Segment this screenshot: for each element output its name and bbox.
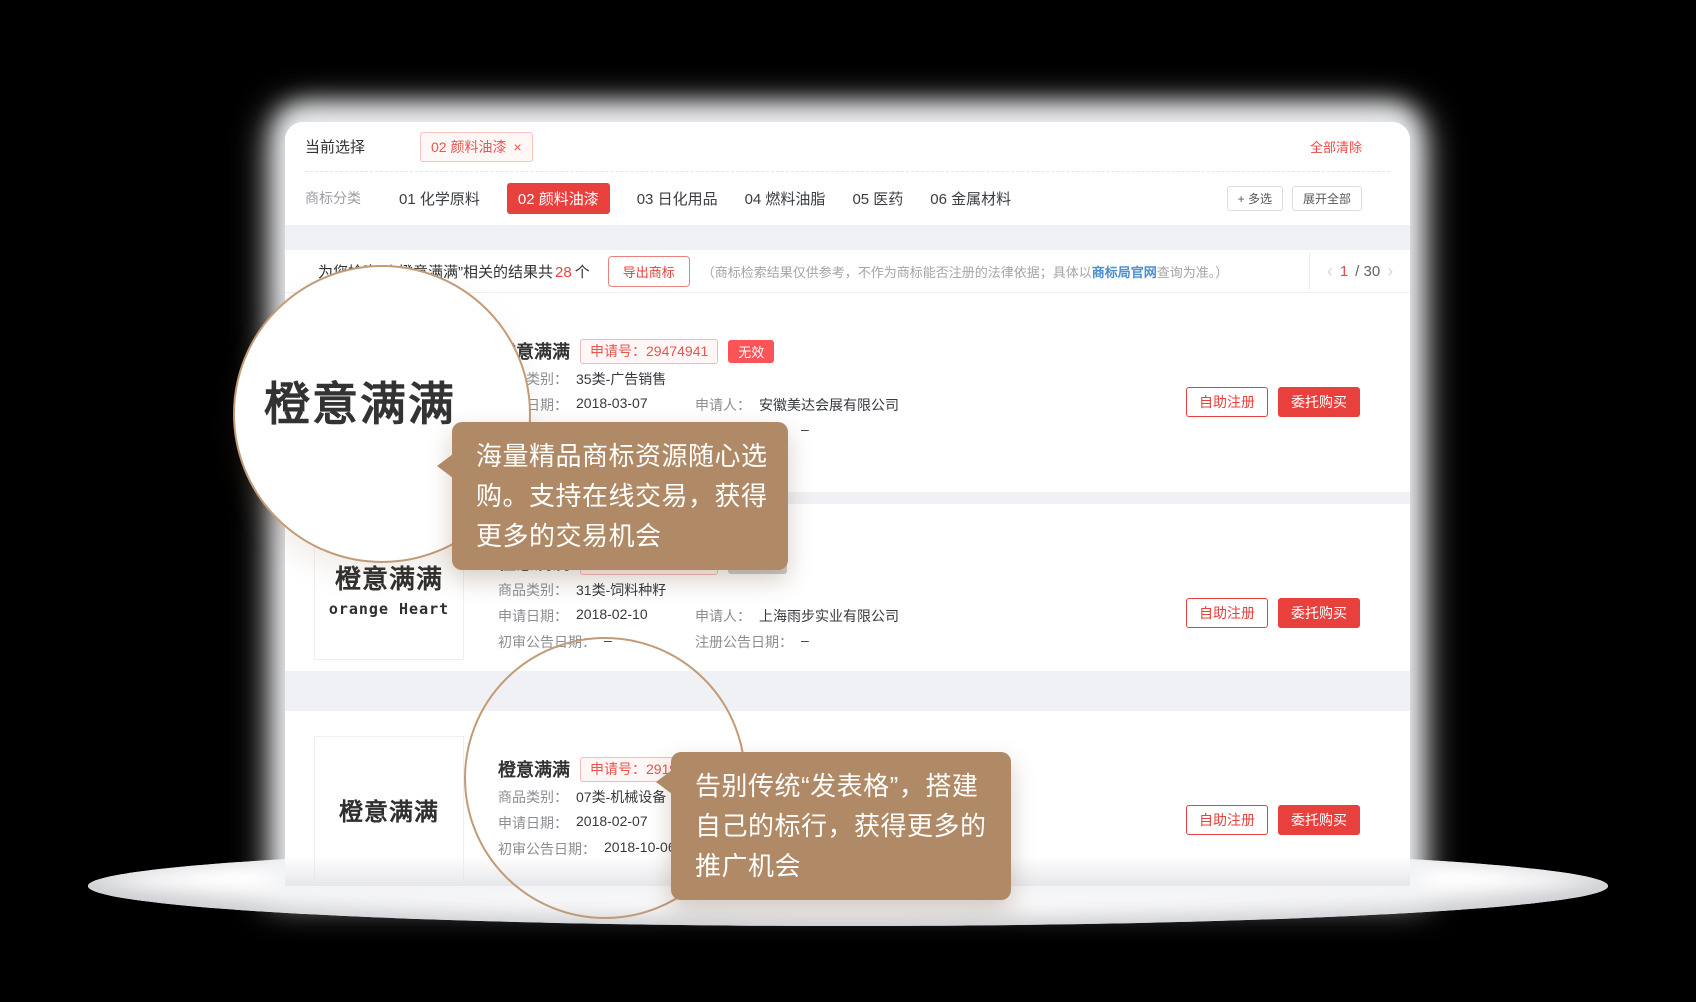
- current-selection-label: 当前选择: [305, 136, 365, 157]
- category-row: 商标分类 01 化学原料 02 颜料油漆 03 日化用品 04 燃料油脂 05 …: [285, 172, 1410, 224]
- filter-actions: + 多选 展开全部: [1227, 186, 1362, 211]
- tag-close-icon[interactable]: ×: [513, 139, 521, 155]
- disclaimer-post: 查询为准。）: [1157, 265, 1229, 280]
- applicant-value: 安徽美达会展有限公司: [759, 395, 899, 415]
- row-actions: 自助注册 委托购买: [1186, 598, 1360, 628]
- registration-publication-value: –: [801, 632, 809, 652]
- category-value: 31类-饲料种籽: [576, 580, 666, 600]
- application-number-value: 29474941: [646, 343, 708, 359]
- result-count-number: 28: [555, 264, 572, 281]
- category-item-06[interactable]: 06 金属材料: [930, 188, 1011, 209]
- applicant-label: 申请人：: [695, 395, 751, 415]
- tooltip-line: 更多的交易机会: [476, 516, 764, 556]
- expand-all-button[interactable]: 展开全部: [1292, 186, 1362, 211]
- clear-all-button[interactable]: 全部清除: [1310, 137, 1362, 156]
- trademark-image-subtext: orange Heart: [329, 600, 449, 618]
- tooltip-promotion: 告别传统“发表格”，搭建 自己的标行，获得更多的 推广机会: [671, 752, 1011, 900]
- entrust-buy-button[interactable]: 委托购买: [1278, 598, 1360, 628]
- total-pages: / 30: [1355, 263, 1380, 280]
- category-value: 35类-广告销售: [576, 369, 666, 389]
- export-trademarks-button[interactable]: 导出商标: [608, 256, 690, 287]
- current-selection-row: 当前选择 02 颜料油漆 × 全部清除: [285, 122, 1410, 171]
- category-item-03[interactable]: 03 日化用品: [637, 188, 718, 209]
- tooltip-line: 海量精品商标资源随心选: [476, 436, 764, 476]
- marketing-laptop-mockup: 当前选择 02 颜料油漆 × 全部清除 商标分类 01 化学原料 02 颜料油漆…: [0, 0, 1696, 1002]
- tooltip-marketplace: 海量精品商标资源随心选 购。支持在线交易，获得 更多的交易机会: [452, 422, 788, 570]
- category-item-01[interactable]: 01 化学原料: [399, 188, 480, 209]
- section-gap: [285, 225, 1410, 250]
- selected-filter-tag[interactable]: 02 颜料油漆 ×: [420, 132, 533, 162]
- self-register-button[interactable]: 自助注册: [1186, 805, 1268, 835]
- entrust-buy-button[interactable]: 委托购买: [1278, 805, 1360, 835]
- apply-date-value: 2018-03-07: [576, 395, 648, 415]
- category-group-label: 商标分类: [305, 188, 361, 208]
- tooltip-line: 自己的标行，获得更多的: [695, 806, 987, 846]
- next-page-icon[interactable]: ›: [1387, 262, 1393, 280]
- filter-section: 当前选择 02 颜料油漆 × 全部清除 商标分类 01 化学原料 02 颜料油漆…: [285, 122, 1410, 225]
- apply-date-value: 2018-02-10: [576, 606, 648, 626]
- tooltip-line: 推广机会: [695, 846, 987, 886]
- self-register-button[interactable]: 自助注册: [1186, 387, 1268, 417]
- applicant-value: 上海雨步实业有限公司: [759, 606, 899, 626]
- disclaimer-text: （商标检索结果仅供参考，不作为商标能否注册的法律依据；具体以商标局官网查询为准。…: [702, 262, 1229, 281]
- application-number-label: 申请号：: [590, 341, 646, 361]
- category-item-04[interactable]: 04 燃料油脂: [745, 188, 826, 209]
- prev-page-icon[interactable]: ‹: [1327, 262, 1333, 280]
- tooltip-line: 告别传统“发表格”，搭建: [695, 766, 987, 806]
- trademark-image[interactable]: 橙意满满: [314, 736, 464, 883]
- applicant-label: 申请人：: [695, 606, 751, 626]
- tooltip-line: 购。支持在线交易，获得: [476, 476, 764, 516]
- trademark-image-text: 橙意满满: [339, 792, 439, 827]
- category-list: 01 化学原料 02 颜料油漆 03 日化用品 04 燃料油脂 05 医药 06…: [399, 183, 1011, 214]
- trademark-office-link[interactable]: 商标局官网: [1092, 265, 1157, 280]
- registration-publication-value: –: [801, 421, 809, 441]
- category-item-05[interactable]: 05 医药: [852, 188, 903, 209]
- selected-filter-tag-label: 02 颜料油漆: [431, 137, 506, 157]
- category-item-02-selected[interactable]: 02 颜料油漆: [507, 183, 610, 214]
- entrust-buy-button[interactable]: 委托购买: [1278, 387, 1360, 417]
- self-register-button[interactable]: 自助注册: [1186, 598, 1268, 628]
- category-label: 商品类别：: [498, 580, 568, 600]
- current-page: 1: [1340, 263, 1348, 280]
- disclaimer-pre: （商标检索结果仅供参考，不作为商标能否注册的法律依据；具体以: [702, 265, 1092, 280]
- row-actions: 自助注册 委托购买: [1186, 387, 1360, 417]
- result-count-suffix: 个: [575, 264, 590, 281]
- apply-date-label: 申请日期：: [498, 606, 568, 626]
- row-actions: 自助注册 委托购买: [1186, 805, 1360, 835]
- registration-publication-label: 注册公告日期：: [695, 632, 793, 652]
- multi-select-button[interactable]: + 多选: [1227, 186, 1283, 211]
- trademark-image-text: 橙意满满: [335, 559, 443, 596]
- magnified-trademark-text: 橙意满满: [264, 368, 456, 434]
- status-badge: 无效: [728, 340, 774, 363]
- application-number-tag: 申请号：29474941: [580, 339, 718, 364]
- pagination: ‹ 1 / 30 ›: [1309, 252, 1410, 290]
